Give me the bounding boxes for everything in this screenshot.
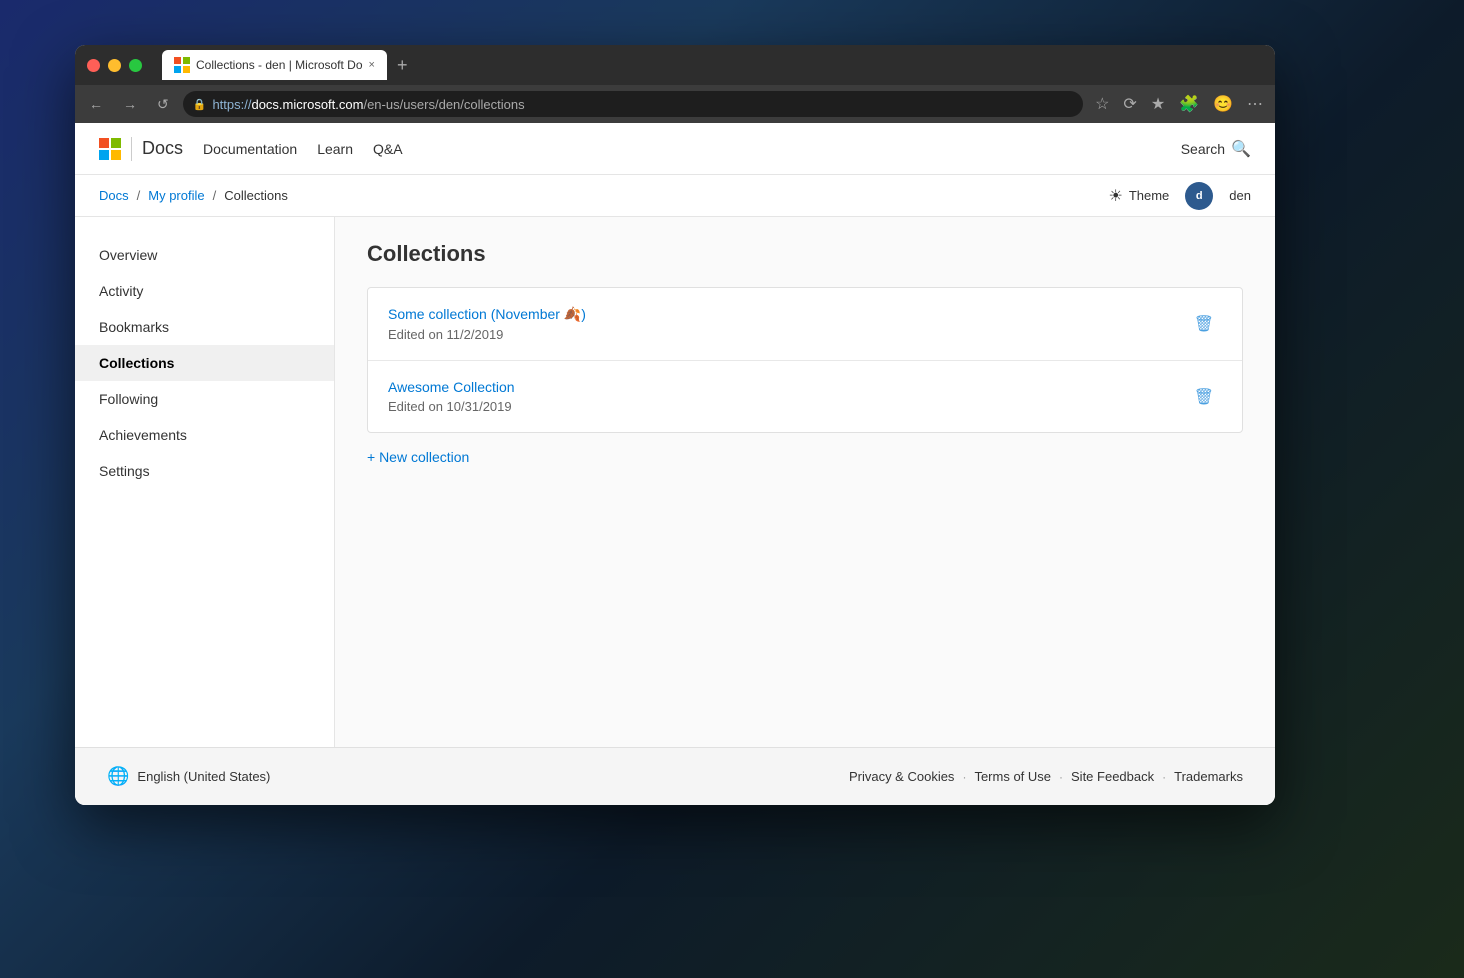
- collection-info: Awesome Collection Edited on 10/31/2019: [388, 379, 515, 414]
- breadcrumb-bar: Docs / My profile / Collections ☀ Theme …: [75, 175, 1275, 217]
- tab-title: Collections - den | Microsoft Do: [196, 58, 363, 72]
- site-footer: 🌐 English (United States) Privacy & Cook…: [75, 747, 1275, 805]
- lock-icon: 🔒: [193, 98, 207, 111]
- new-collection-link[interactable]: + New collection: [367, 449, 1243, 465]
- sidebar: Overview Activity Bookmarks Collections …: [75, 217, 335, 747]
- footer-sep: ·: [1059, 770, 1063, 784]
- star-icon[interactable]: ☆: [1091, 90, 1113, 118]
- url-path: /en-us/users/den/collections: [363, 97, 524, 112]
- site-header: Docs Documentation Learn Q&A Search 🔍: [75, 123, 1275, 175]
- title-bar: Collections - den | Microsoft Do × +: [75, 45, 1275, 85]
- breadcrumb-current: Collections: [224, 188, 288, 203]
- main-layout: Overview Activity Bookmarks Collections …: [75, 217, 1275, 747]
- user-avatar[interactable]: d: [1185, 182, 1213, 210]
- close-button[interactable]: [87, 59, 100, 72]
- sidebar-item-collections[interactable]: Collections: [75, 345, 334, 381]
- collection-item: Some collection (November 🍂) Edited on 1…: [368, 288, 1242, 361]
- sidebar-item-label: Bookmarks: [99, 319, 169, 335]
- sidebar-item-following[interactable]: Following: [75, 381, 334, 417]
- footer-sep: ·: [962, 770, 966, 784]
- url-text: https://docs.microsoft.com/en-us/users/d…: [212, 97, 524, 112]
- tab-favicon: [174, 57, 190, 73]
- breadcrumb-right: ☀ Theme d den: [1108, 182, 1251, 210]
- page-title: Collections: [367, 241, 1243, 267]
- sidebar-item-achievements[interactable]: Achievements: [75, 417, 334, 453]
- sidebar-item-activity[interactable]: Activity: [75, 273, 334, 309]
- collection-info: Some collection (November 🍂) Edited on 1…: [388, 306, 586, 342]
- username[interactable]: den: [1229, 188, 1251, 203]
- refresh-button[interactable]: ↺: [151, 92, 175, 117]
- sidebar-item-label: Settings: [99, 463, 150, 479]
- menu-icon[interactable]: ⋯: [1243, 90, 1267, 118]
- footer-sep: ·: [1162, 770, 1166, 784]
- collection-date: Edited on 11/2/2019: [388, 327, 586, 342]
- sidebar-item-label: Activity: [99, 283, 143, 299]
- sidebar-item-settings[interactable]: Settings: [75, 453, 334, 489]
- globe-icon: 🌐: [107, 766, 129, 787]
- address-bar: ← → ↺ 🔒 https://docs.microsoft.com/en-us…: [75, 85, 1275, 123]
- toolbar-icons: ☆ ⟳ ★ 🧩 😊 ⋯: [1091, 90, 1267, 118]
- sidebar-item-label: Overview: [99, 247, 157, 263]
- collection-name[interactable]: Awesome Collection: [388, 379, 515, 395]
- footer-trademarks[interactable]: Trademarks: [1174, 769, 1243, 784]
- delete-collection-button[interactable]: 🗑: [1186, 310, 1222, 338]
- browser-window: Collections - den | Microsoft Do × + ← →…: [75, 45, 1275, 805]
- collection-name[interactable]: Some collection (November 🍂): [388, 306, 586, 323]
- nav-learn[interactable]: Learn: [317, 141, 353, 157]
- collection-date: Edited on 10/31/2019: [388, 399, 515, 414]
- sidebar-item-label: Achievements: [99, 427, 187, 443]
- breadcrumb-docs[interactable]: Docs: [99, 188, 129, 203]
- sidebar-item-label: Collections: [99, 355, 174, 371]
- search-icon: 🔍: [1231, 139, 1251, 159]
- microsoft-logo-icon: [99, 138, 121, 160]
- collections-card: Some collection (November 🍂) Edited on 1…: [367, 287, 1243, 433]
- extensions-icon[interactable]: 🧩: [1175, 90, 1203, 118]
- tab-close-button[interactable]: ×: [369, 59, 375, 71]
- footer-feedback[interactable]: Site Feedback: [1071, 769, 1154, 784]
- main-content: Collections Some collection (November 🍂)…: [335, 217, 1275, 747]
- favorites-icon[interactable]: ★: [1147, 90, 1169, 118]
- theme-sun-icon: ☀: [1108, 186, 1122, 206]
- search-label: Search: [1181, 141, 1225, 157]
- collection-item: Awesome Collection Edited on 10/31/2019 …: [368, 361, 1242, 432]
- footer-links: Privacy & Cookies · Terms of Use · Site …: [849, 769, 1243, 784]
- header-nav: Documentation Learn Q&A: [203, 141, 403, 157]
- logo-divider: [131, 137, 132, 161]
- locale-text: English (United States): [137, 769, 270, 784]
- url-domain-name: docs.microsoft.com: [251, 97, 363, 112]
- nav-documentation[interactable]: Documentation: [203, 141, 297, 157]
- fullscreen-button[interactable]: [129, 59, 142, 72]
- tab-area: Collections - den | Microsoft Do × +: [162, 50, 413, 80]
- breadcrumb-sep-2: /: [213, 188, 217, 203]
- avatar-initials: d: [1196, 190, 1203, 202]
- breadcrumb-profile[interactable]: My profile: [148, 188, 204, 203]
- search-button[interactable]: Search 🔍: [1181, 139, 1251, 159]
- url-bar[interactable]: 🔒 https://docs.microsoft.com/en-us/users…: [183, 91, 1083, 117]
- breadcrumb-sep-1: /: [137, 188, 141, 203]
- sidebar-item-label: Following: [99, 391, 158, 407]
- sidebar-item-overview[interactable]: Overview: [75, 237, 334, 273]
- delete-collection-button[interactable]: 🗑: [1186, 383, 1222, 411]
- footer-locale: 🌐 English (United States): [107, 766, 270, 787]
- footer-terms[interactable]: Terms of Use: [974, 769, 1051, 784]
- url-domain: https://: [212, 97, 251, 112]
- profile-icon[interactable]: 😊: [1209, 90, 1237, 118]
- minimize-button[interactable]: [108, 59, 121, 72]
- active-tab[interactable]: Collections - den | Microsoft Do ×: [162, 50, 387, 80]
- forward-button[interactable]: →: [117, 92, 143, 116]
- docs-brand[interactable]: Docs: [142, 138, 183, 159]
- back-button[interactable]: ←: [83, 92, 109, 116]
- theme-label: Theme: [1129, 188, 1169, 203]
- header-right: Search 🔍: [1181, 139, 1251, 159]
- new-tab-button[interactable]: +: [391, 56, 414, 74]
- footer-privacy[interactable]: Privacy & Cookies: [849, 769, 954, 784]
- nav-qa[interactable]: Q&A: [373, 141, 403, 157]
- ms-logo: Docs: [99, 137, 183, 161]
- sidebar-item-bookmarks[interactable]: Bookmarks: [75, 309, 334, 345]
- page-content: Docs Documentation Learn Q&A Search 🔍 Do…: [75, 123, 1275, 805]
- reload-icon[interactable]: ⟳: [1119, 90, 1140, 118]
- theme-button[interactable]: ☀ Theme: [1108, 186, 1169, 206]
